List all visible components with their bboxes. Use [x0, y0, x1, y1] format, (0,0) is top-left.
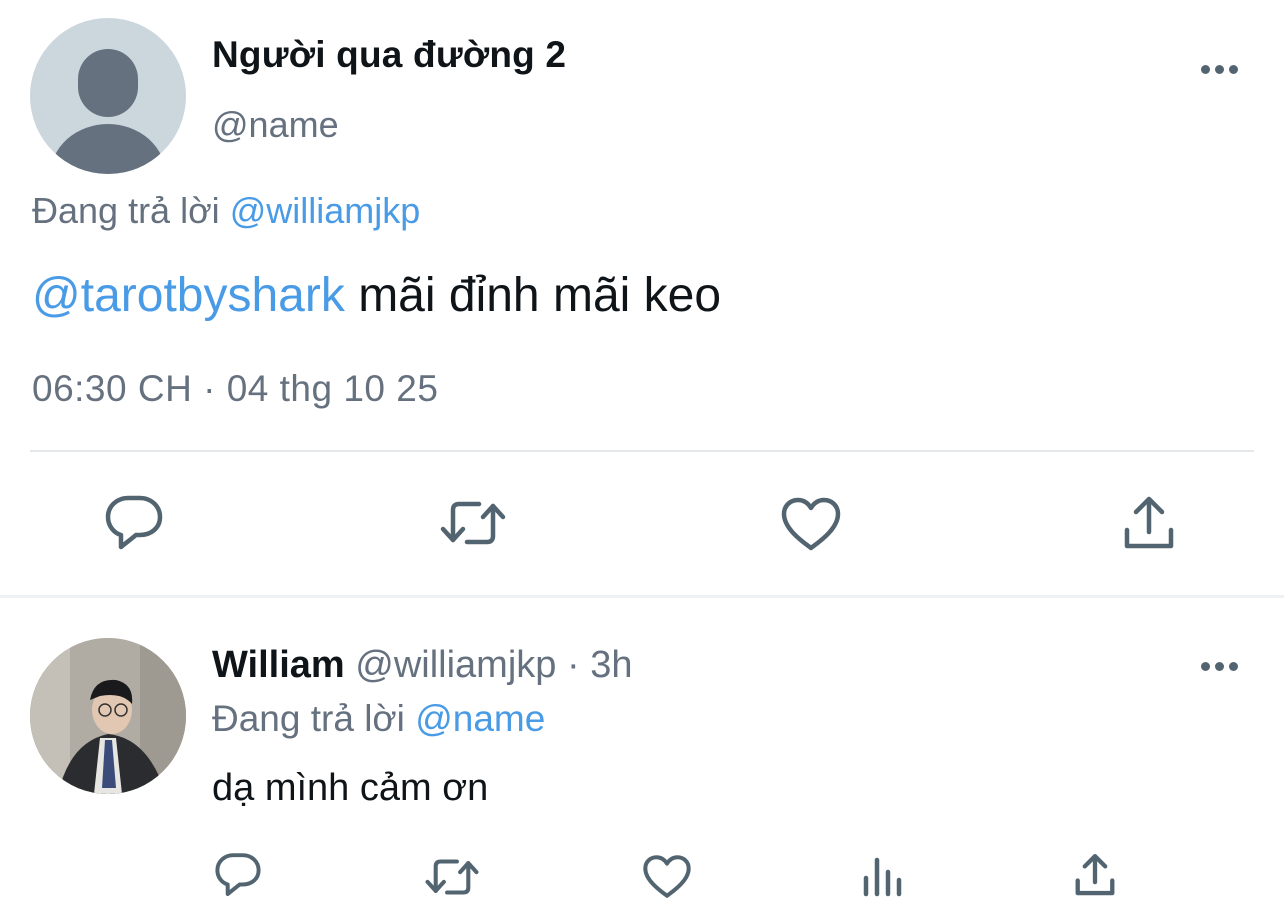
- share-icon[interactable]: [1073, 852, 1117, 898]
- avatar-default[interactable]: [30, 18, 186, 174]
- mention-link[interactable]: @tarotbyshark: [32, 269, 345, 322]
- replying-to-label: Đang trả lời: [32, 190, 220, 231]
- user-handle[interactable]: @name: [212, 104, 339, 146]
- share-icon[interactable]: [1121, 494, 1177, 552]
- replying-to-line: Đang trả lời @williamjkp: [32, 190, 420, 232]
- more-options-icon[interactable]: [1198, 59, 1242, 79]
- dot-separator: ·: [566, 644, 580, 686]
- replying-to-line: Đang trả lời @name: [212, 698, 545, 740]
- tweet-body: mãi đỉnh mãi keo: [358, 269, 722, 322]
- divider: [30, 450, 1254, 452]
- profile-photo-icon: [30, 638, 186, 794]
- more-options-icon[interactable]: [1198, 656, 1242, 676]
- like-icon[interactable]: [642, 854, 692, 899]
- like-icon[interactable]: [780, 496, 842, 552]
- replying-to-link[interactable]: @williamjkp: [230, 190, 421, 231]
- reply-icon[interactable]: [214, 852, 262, 898]
- tweet-separator: [0, 595, 1284, 598]
- reply-header: William @williamjkp · 3h: [212, 644, 632, 687]
- display-name[interactable]: William: [212, 644, 345, 686]
- display-name[interactable]: Người qua đường 2: [212, 34, 566, 76]
- user-handle[interactable]: @williamjkp: [355, 644, 556, 686]
- avatar-photo[interactable]: [30, 638, 186, 794]
- retweet-icon[interactable]: [424, 855, 480, 899]
- tweet-text: @tarotbyshark mãi đỉnh mãi keo: [32, 268, 721, 323]
- reply-icon[interactable]: [104, 494, 164, 552]
- replying-to-link[interactable]: @name: [415, 698, 545, 739]
- default-profile-icon: [50, 49, 166, 174]
- tweet-body: dạ mình cảm ơn: [212, 767, 489, 809]
- retweet-icon[interactable]: [439, 496, 507, 550]
- time-ago[interactable]: 3h: [590, 644, 632, 686]
- tweet-timestamp[interactable]: 06:30 CH · 04 thg 10 25: [32, 368, 438, 410]
- analytics-icon[interactable]: [860, 852, 904, 898]
- replying-to-label: Đang trả lời: [212, 698, 405, 739]
